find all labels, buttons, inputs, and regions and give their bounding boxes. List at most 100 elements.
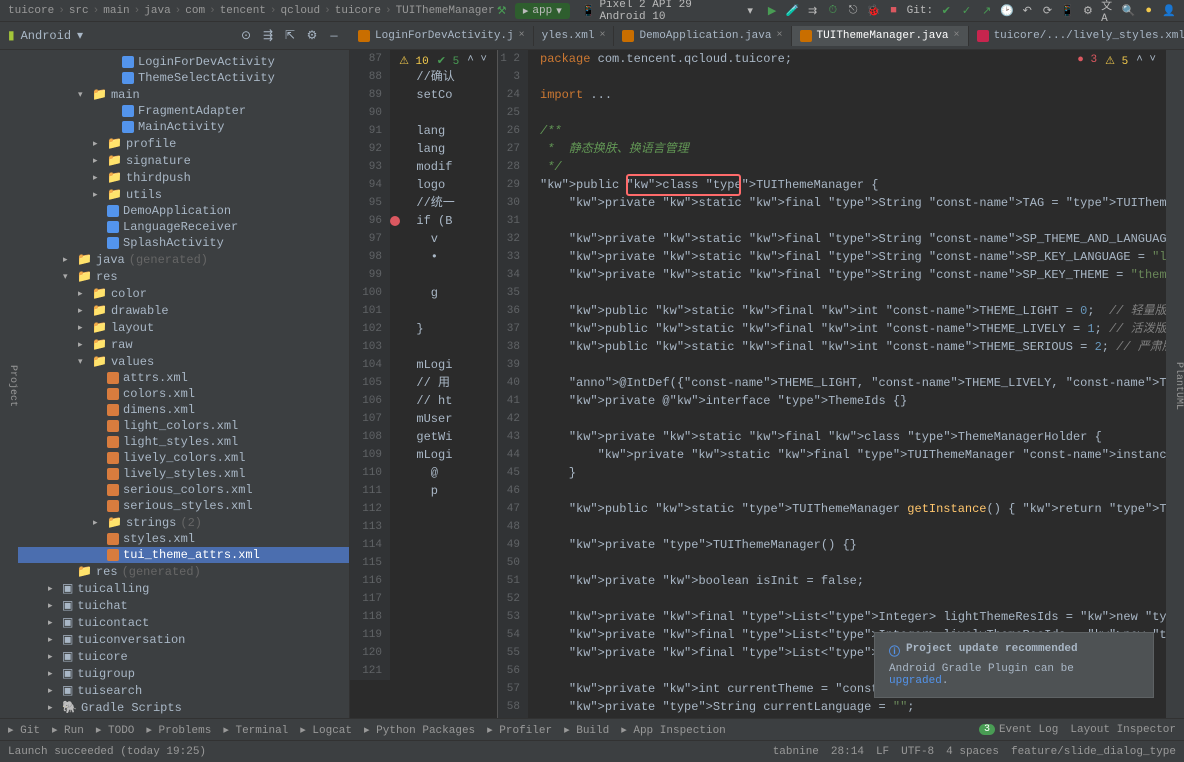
status-item[interactable]: 4 spaces (946, 746, 999, 758)
chevron-icon[interactable]: ▸ (93, 139, 103, 149)
notification-popup[interactable]: ⓘProject update recommended Android Grad… (874, 632, 1154, 698)
breadcrumb-item[interactable]: java (144, 5, 170, 17)
bottom-tool[interactable]: ▸ Terminal (223, 723, 288, 737)
editor-pane-right[interactable]: ● 3 ⚠ 5 ˄ ˅ 1 2 3 24 25 26 27 28 29 30 3… (498, 50, 1166, 718)
bottom-tool[interactable]: ▸ Run (52, 723, 84, 737)
close-icon[interactable]: × (599, 30, 605, 41)
chevron-icon[interactable]: ▸ (93, 190, 103, 200)
status-item[interactable]: tabnine (773, 746, 819, 758)
tree-item[interactable]: ▸▣ tuichat (18, 597, 349, 614)
status-item[interactable]: feature/slide_dialog_type (1011, 746, 1176, 758)
profile-icon[interactable]: ⏱ (826, 3, 840, 19)
revert-icon[interactable]: ↶ (1020, 3, 1034, 19)
chevron-icon[interactable]: ▸ (48, 635, 58, 645)
tree-item[interactable]: lively_styles.xml (18, 466, 349, 482)
bottom-tool[interactable]: ▸ Profiler (487, 723, 552, 737)
upgrade-link[interactable]: upgraded (889, 675, 942, 687)
tree-item[interactable]: ▸📁 profile (18, 135, 349, 152)
tree-item[interactable]: ThemeSelectActivity (18, 70, 349, 86)
tree-item[interactable]: ▸▣ tuicalling (18, 580, 349, 597)
chevron-icon[interactable]: ▸ (48, 652, 58, 662)
expand-icon[interactable]: ⇶ (260, 28, 276, 44)
editor-tab[interactable]: tuicore/.../lively_styles.xml× (969, 26, 1184, 46)
chevron-down-icon[interactable]: ▾ (77, 28, 83, 43)
collapse-icon[interactable]: ⇱ (282, 28, 298, 44)
make-icon[interactable]: ⚒ (495, 3, 509, 19)
tree-item[interactable]: lively_colors.xml (18, 450, 349, 466)
editor-tab[interactable]: DemoApplication.java× (614, 26, 791, 46)
breakpoint-icon[interactable] (390, 216, 400, 226)
tree-item[interactable]: tui_theme_attrs.xml (18, 547, 349, 563)
bottom-tool[interactable]: 3 Event Log (979, 724, 1058, 736)
status-item[interactable]: 28:14 (831, 746, 864, 758)
breadcrumb-item[interactable]: src (69, 5, 89, 17)
status-item[interactable]: UTF-8 (901, 746, 934, 758)
tree-item[interactable]: ▸📁 utils (18, 186, 349, 203)
attach-debugger-icon[interactable]: 🐞 (866, 3, 880, 19)
tree-item[interactable]: styles.xml (18, 531, 349, 547)
tree-item[interactable]: ▸📁 thirdpush (18, 169, 349, 186)
tree-item[interactable]: ▸📁 java (generated) (18, 251, 349, 268)
coverage-icon[interactable]: ⇉ (805, 3, 819, 19)
chevron-icon[interactable]: ▸ (78, 323, 88, 333)
tree-item[interactable]: dimens.xml (18, 402, 349, 418)
codota-icon[interactable]: ● (1142, 3, 1156, 19)
tree-item[interactable]: ▸📁 color (18, 285, 349, 302)
translate-icon[interactable]: 文A (1101, 3, 1115, 19)
inspection-left[interactable]: ⚠ 10 ✔ 5 ˄ ˅ (393, 52, 493, 70)
tree-item[interactable]: ▾📁 main (18, 86, 349, 103)
tree-item[interactable]: light_styles.xml (18, 434, 349, 450)
chevron-icon[interactable]: ▸ (93, 156, 103, 166)
editor-tab[interactable]: yles.xml× (534, 26, 615, 46)
tree-item[interactable]: light_colors.xml (18, 418, 349, 434)
tree-item[interactable]: ▸📁 raw (18, 336, 349, 353)
inspection-right[interactable]: ● 3 ⚠ 5 ˄ ˅ (1071, 52, 1162, 70)
tree-item[interactable]: ▸▣ tuicontact (18, 614, 349, 631)
tree-item[interactable]: ▸📁 layout (18, 319, 349, 336)
chevron-icon[interactable]: ▸ (63, 255, 73, 265)
breadcrumb-item[interactable]: tuicore (8, 5, 54, 17)
editor-tab[interactable]: TUIThemeManager.java× (792, 26, 969, 46)
chevron-icon[interactable]: ▸ (48, 601, 58, 611)
tool-window-tab[interactable]: Project (7, 365, 18, 407)
adb-icon[interactable]: 📱 (1061, 3, 1075, 19)
tree-item[interactable]: ▸▣ tuisearch (18, 682, 349, 699)
bottom-tool[interactable]: ▸ TODO (96, 723, 135, 737)
tree-item[interactable]: MainActivity (18, 119, 349, 135)
sidebar-header[interactable]: ▮ Android ▾ ⊙ ⇶ ⇱ ⚙ — (0, 28, 350, 44)
chevron-icon[interactable]: ▸ (48, 584, 58, 594)
tool-window-tab[interactable]: PlantUML (1173, 362, 1184, 410)
chevron-icon[interactable]: ▸ (93, 173, 103, 183)
chevron-icon[interactable]: ▾ (63, 272, 73, 282)
stop-icon[interactable]: ■ (886, 3, 900, 19)
bottom-tool[interactable]: Layout Inspector (1070, 724, 1176, 736)
tree-item[interactable]: SplashActivity (18, 235, 349, 251)
breadcrumb-item[interactable]: TUIThemeManager (396, 5, 495, 17)
breadcrumb-item[interactable]: tencent (220, 5, 266, 17)
tree-item[interactable]: DemoApplication (18, 203, 349, 219)
chevron-icon[interactable]: ▸ (48, 703, 58, 713)
tree-item[interactable]: LoginForDevActivity (18, 54, 349, 70)
tree-item[interactable]: ▸▣ tuicore (18, 648, 349, 665)
select-opened-icon[interactable]: ⊙ (238, 28, 254, 44)
chevron-icon[interactable]: ▸ (78, 306, 88, 316)
close-icon[interactable]: × (954, 30, 960, 41)
tree-item[interactable]: 📁 res (generated) (18, 563, 349, 580)
chevron-icon[interactable]: ▾ (78, 357, 88, 367)
chevron-icon[interactable]: ▸ (48, 618, 58, 628)
editor-tab[interactable]: LoginForDevActivity.j× (350, 26, 534, 46)
chevron-icon[interactable]: ▸ (93, 518, 103, 528)
status-item[interactable]: LF (876, 746, 889, 758)
git-push-icon[interactable]: ↗ (980, 3, 994, 19)
device-selector[interactable]: 📱 Pixel 2 API 29 Android 10 ▾ (576, 0, 759, 24)
avatar-icon[interactable]: 👤 (1162, 3, 1176, 19)
attach-icon[interactable]: ⎋ (846, 3, 860, 19)
tree-item[interactable]: ▾📁 values (18, 353, 349, 370)
bottom-tool[interactable]: ▸ App Inspection (621, 723, 726, 737)
tree-item[interactable]: ▸🐘 Gradle Scripts (18, 699, 349, 716)
tree-item[interactable]: FragmentAdapter (18, 103, 349, 119)
breadcrumb-item[interactable]: qcloud (281, 5, 321, 17)
gear-icon[interactable]: ⚙ (304, 28, 320, 44)
project-tree[interactable]: LoginForDevActivity ThemeSelectActivity▾… (18, 50, 350, 718)
chevron-icon[interactable]: ▾ (78, 90, 88, 100)
